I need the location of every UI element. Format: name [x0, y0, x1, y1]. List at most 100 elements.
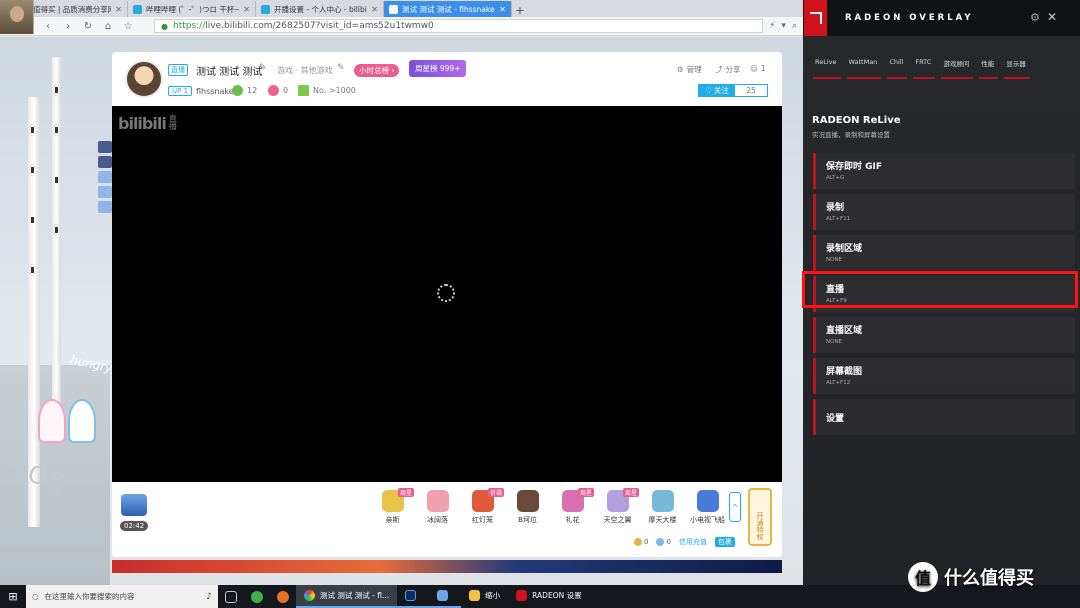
vip-privilege-button[interactable]: 开通特权 [748, 488, 772, 546]
gift-item[interactable]: 亲斯 周星 [370, 488, 415, 525]
stream-timer: 02:42 [120, 521, 149, 531]
photoshop-icon [405, 590, 417, 601]
relive-item[interactable]: 录制 ALT+F11 [813, 194, 1075, 230]
recharge-link[interactable]: 信用充值 [679, 537, 707, 547]
gift-item[interactable]: B坷垃 [505, 490, 550, 525]
people-icon: ☺ [750, 64, 758, 73]
bar-chart-icon [298, 85, 309, 96]
close-tab-icon[interactable]: ✕ [243, 5, 250, 14]
highlight-frame [802, 271, 1078, 308]
edit-area-icon[interactable]: ✎ [337, 63, 345, 73]
overlay-tab[interactable]: ReLive [813, 58, 841, 79]
bookmark-star-icon[interactable]: ☆ [118, 21, 138, 32]
heart-icon: ♡ [705, 86, 712, 95]
close-tab-icon[interactable]: ✕ [499, 5, 506, 14]
week-star-badge[interactable]: 周星榜 999+ [409, 60, 467, 77]
taskbar-app-radeon[interactable]: RADEON 设置 [508, 585, 589, 608]
taskbar-search[interactable]: ○ 在这里输入你要搜索的内容 ♪ [26, 585, 218, 608]
hotkey-label: NONE [826, 257, 843, 263]
overlay-header: RADEON OVERLAY ⚙ ✕ [803, 0, 1080, 36]
overlay-tab[interactable]: 性能 [979, 58, 999, 79]
edit-title-icon[interactable]: ✎ [259, 63, 267, 73]
overlay-tab[interactable]: Chill [887, 58, 908, 79]
bilibili-favicon-icon [261, 4, 270, 14]
overlay-tab[interactable]: WattMan [846, 58, 882, 79]
microphone-icon[interactable]: ♪ [206, 592, 212, 602]
gift-item[interactable]: 红灯笼 祈福 [460, 488, 505, 525]
relive-item[interactable]: 录制区域 NONE [813, 235, 1075, 271]
reload-icon[interactable]: ↻ [78, 21, 98, 32]
task-view-icon[interactable] [218, 585, 244, 608]
gift-item[interactable]: 天空之翼 周星 [595, 488, 640, 525]
taskbar-app-folder[interactable]: 缩小 [461, 585, 508, 608]
bilibili-favicon-icon [389, 4, 398, 14]
firefox-icon[interactable] [270, 585, 296, 608]
overlay-tab[interactable]: FRTC [913, 58, 936, 79]
close-icon[interactable]: ✕ [1047, 10, 1057, 24]
follow-button[interactable]: ♡ 关注 25 [698, 84, 768, 97]
back-icon[interactable]: ‹ [38, 21, 58, 32]
home-icon[interactable]: ⌂ [98, 21, 118, 32]
stream-thumbnail[interactable] [121, 494, 147, 516]
forward-icon[interactable]: › [58, 21, 78, 32]
lightning-icon[interactable]: ⚡ [769, 21, 775, 31]
taskbar-app-browser[interactable]: 测试 测试 测试 - fl... [296, 585, 398, 608]
level-stat: 12 [232, 85, 257, 96]
streamer-avatar[interactable] [125, 60, 163, 98]
new-tab-button[interactable]: + [512, 4, 528, 17]
gift-scroll-up-button[interactable]: ^ [729, 492, 741, 522]
hour-rank-badge[interactable]: 小时总榜 › [354, 64, 400, 77]
share-button[interactable]: ⤴ 分享 [715, 64, 741, 75]
chrome-icon [304, 590, 315, 601]
share-icon: ⤴ [715, 65, 723, 74]
gift-tag: 周星 [622, 488, 639, 497]
up-level-badge: UP 1 [168, 86, 193, 96]
chevron-down-icon[interactable]: ▾ [781, 21, 786, 31]
search-icon[interactable]: ⌕ [792, 21, 797, 31]
relive-item[interactable]: 屏幕截图 ALT+F12 [813, 358, 1075, 394]
gift-tag: 祈福 [487, 488, 504, 497]
gift-item[interactable]: 摩天大楼 [640, 490, 685, 525]
relive-item[interactable]: 直播区域 NONE [813, 317, 1075, 353]
taskbar-app-photoshop[interactable] [397, 585, 430, 608]
section-subtitle: 实况直播，录制和屏幕设置 [812, 131, 890, 139]
smzdm-logo-icon: 值 [908, 562, 938, 592]
relive-item[interactable]: 保存即时 GIF ALT+G [813, 153, 1075, 189]
browser-tab[interactable]: 哔哩哔哩 (゜-゜)つロ 干杯~-bili✕ [128, 1, 256, 17]
smzdm-watermark: 值 什么值得买 [908, 562, 1034, 592]
browser-360-icon[interactable] [244, 585, 270, 608]
manage-button[interactable]: ⚙ 管理 [677, 64, 702, 75]
bilibili-live-logo: bilibili 直播 [118, 114, 177, 133]
gear-icon: ⚙ [677, 65, 684, 74]
gear-icon[interactable]: ⚙ [1030, 11, 1040, 24]
gift-item[interactable]: 小电视飞船 [685, 490, 730, 525]
browser-tab[interactable]: 开播设置 - 个人中心 - bilibili 直✕ [256, 1, 384, 17]
package-button[interactable]: 包裹 [714, 537, 735, 547]
room-area[interactable]: 游戏 · 其他游戏 [277, 65, 333, 76]
gold-coin-icon [634, 538, 642, 546]
windows-start-icon[interactable]: ⊞ [0, 590, 26, 603]
settings-item[interactable]: 设置 [813, 399, 1075, 435]
taskbar-app-tool[interactable] [429, 585, 462, 608]
gift-item[interactable]: 礼花 周星 [550, 488, 595, 525]
url-host: live.bilibili.com [205, 21, 273, 31]
gift-item[interactable]: 冰阔落 [415, 490, 460, 525]
close-tab-icon[interactable]: ✕ [371, 5, 378, 14]
side-toolbar[interactable] [98, 141, 112, 213]
gift-tag: 周星 [397, 488, 414, 497]
mascot-characters [38, 399, 96, 443]
video-player[interactable]: bilibili 直播 [112, 106, 782, 482]
address-bar[interactable]: ● https://live.bilibili.com/2682507?visi… [154, 19, 764, 33]
follower-count: 25 [746, 86, 756, 95]
browser-tab-active[interactable]: 测试 测试 测试 - flhssnake - 哔✕ [384, 1, 512, 17]
room-header: 直播 测试 测试 测试 ✎ 游戏 · 其他游戏 ✎ 小时总榜 › 周星榜 999… [112, 52, 782, 106]
user-avatar[interactable] [0, 0, 34, 34]
radeon-icon [516, 590, 528, 601]
bottom-banner[interactable] [112, 560, 782, 573]
overlay-tab[interactable]: 显示器 [1004, 58, 1030, 79]
close-tab-icon[interactable]: ✕ [115, 5, 122, 14]
hotkey-label: NONE [826, 339, 843, 345]
overlay-tab[interactable]: 游戏顾问 [941, 58, 974, 79]
browser-toolbar: ‹ › ↻ ⌂ ☆ ● https://live.bilibili.com/26… [0, 17, 803, 36]
uploader-name[interactable]: flhssnake [196, 87, 234, 96]
